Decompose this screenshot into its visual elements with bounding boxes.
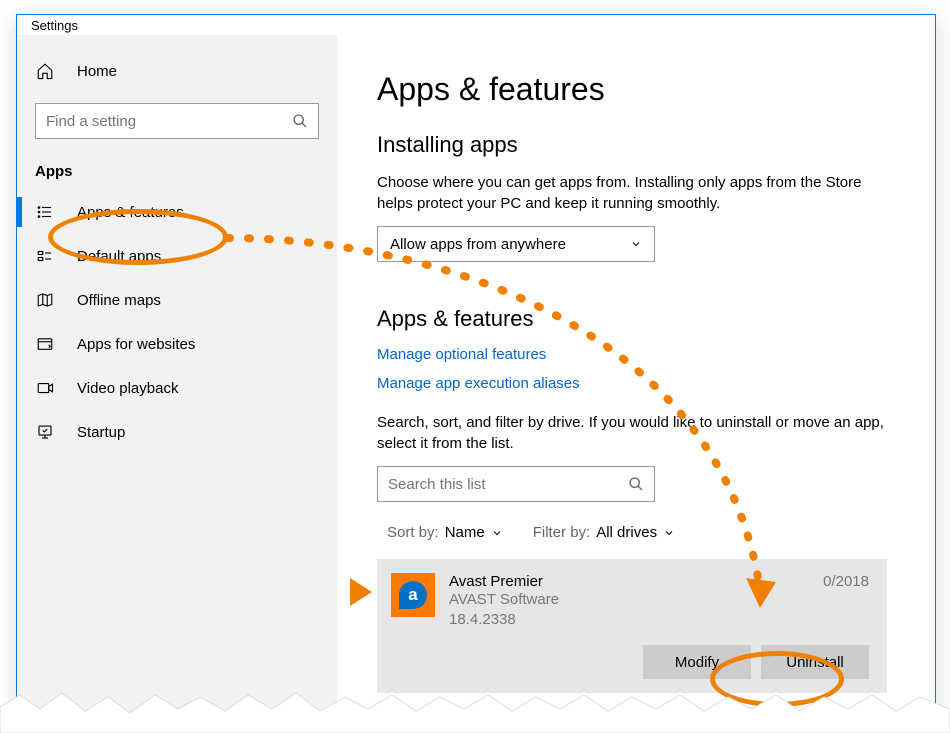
filter-by-control[interactable]: Filter by: All drives [533,524,675,541]
installing-apps-heading: Installing apps [377,132,895,158]
sort-by-control[interactable]: Sort by: Name [387,524,503,541]
nav-label: Default apps [77,248,161,265]
nav-label: Startup [77,424,125,441]
modify-button[interactable]: Modify [643,645,751,679]
link-optional-features[interactable]: Manage optional features [377,346,895,363]
settings-window: Settings Home Apps Apps & fe [16,14,936,714]
nav-startup[interactable]: Startup [17,410,337,454]
dropdown-value: Allow apps from anywhere [390,236,566,253]
sidebar-section-title: Apps [17,157,337,190]
chevron-down-icon [491,527,503,539]
find-setting-input[interactable] [46,113,292,130]
nav-label: Apps for websites [77,336,195,353]
app-name: Avast Premier [449,573,823,590]
defaults-icon [35,246,55,266]
apps-features-heading: Apps & features [377,306,895,332]
nav-apps-features[interactable]: Apps & features [17,190,337,234]
app-version: 18.4.2338 [449,610,823,630]
nav-apps-websites[interactable]: Apps for websites [17,322,337,366]
main-content: Apps & features Installing apps Choose w… [337,35,935,713]
video-icon [35,378,55,398]
titlebar: Settings [17,15,935,35]
filter-description: Search, sort, and filter by drive. If yo… [377,412,887,454]
home-nav[interactable]: Home [17,49,337,93]
find-setting-search[interactable] [35,103,319,139]
sort-label: Sort by: [387,524,439,541]
app-source-dropdown[interactable]: Allow apps from anywhere [377,226,655,262]
map-icon [35,290,55,310]
chevron-down-icon [630,238,642,250]
filter-value: All drives [596,524,657,541]
nav-label: Offline maps [77,292,161,309]
nav-label: Video playback [77,380,178,397]
avast-logo-icon: a [399,581,427,609]
installing-apps-description: Choose where you can get apps from. Inst… [377,172,887,214]
search-icon [628,476,644,492]
uninstall-button[interactable]: Uninstall [761,645,869,679]
page-title: Apps & features [377,71,895,108]
app-icon-avast: a [391,573,435,617]
search-list-input[interactable] [388,476,628,493]
app-vendor: AVAST Software [449,590,823,610]
home-icon [35,61,55,81]
sidebar: Home Apps Apps & features Default ap [17,35,337,713]
startup-icon [35,422,55,442]
nav-default-apps[interactable]: Default apps [17,234,337,278]
app-list-item[interactable]: a Avast Premier AVAST Software 18.4.2338… [377,559,887,693]
nav-video-playback[interactable]: Video playback [17,366,337,410]
search-list-box[interactable] [377,466,655,502]
sort-value: Name [445,524,485,541]
websites-icon [35,334,55,354]
list-icon [35,202,55,222]
nav-label: Apps & features [77,204,184,221]
home-label: Home [77,63,117,80]
link-execution-aliases[interactable]: Manage app execution aliases [377,375,895,392]
sort-filter-bar: Sort by: Name Filter by: All drives [387,524,895,541]
nav-offline-maps[interactable]: Offline maps [17,278,337,322]
window-title: Settings [31,18,78,33]
search-icon [292,113,308,129]
app-date: 0/2018 [823,573,869,590]
chevron-down-icon [663,527,675,539]
filter-label: Filter by: [533,524,591,541]
